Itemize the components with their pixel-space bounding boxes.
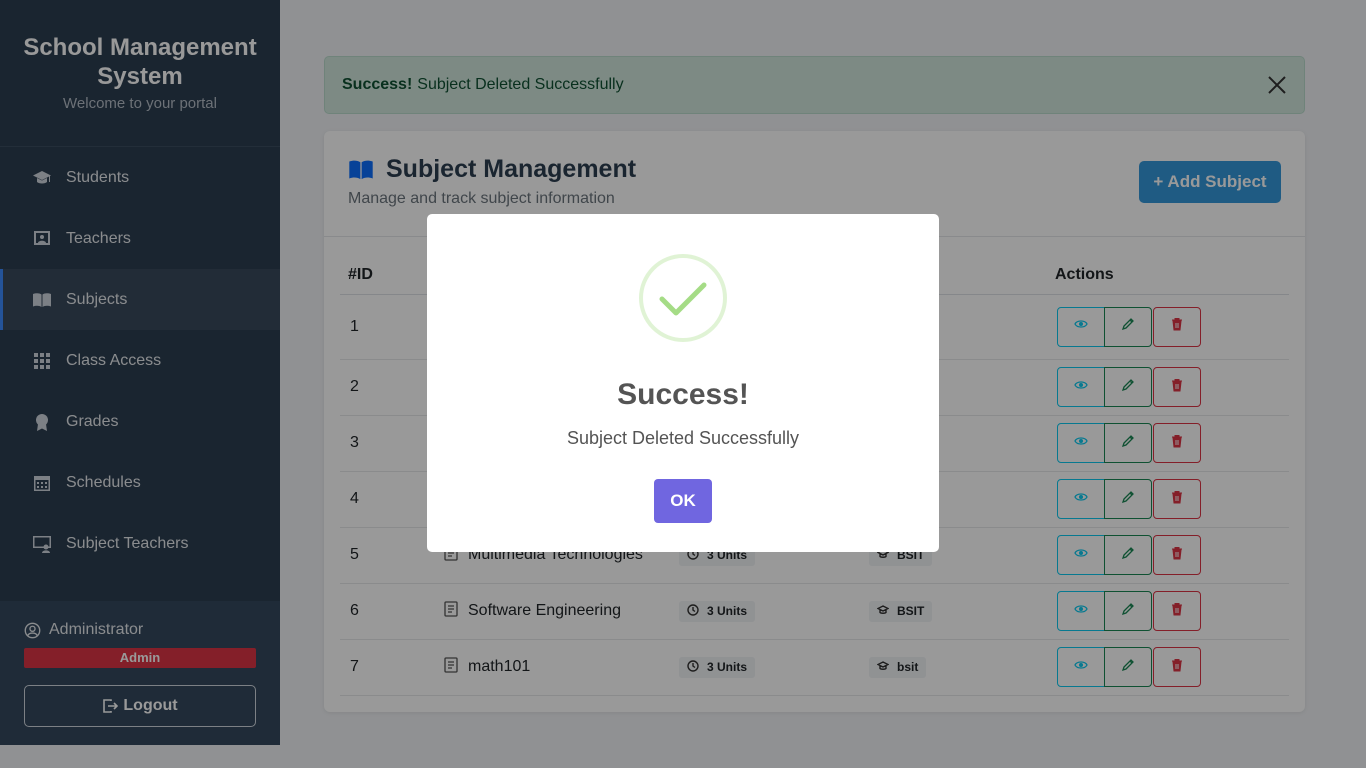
ok-button[interactable]: OK: [654, 479, 712, 523]
success-check-icon: [639, 254, 727, 342]
success-modal: Success! Subject Deleted Successfully OK: [427, 214, 939, 552]
modal-title: Success!: [617, 378, 749, 411]
modal-text: Subject Deleted Successfully: [566, 428, 800, 448]
